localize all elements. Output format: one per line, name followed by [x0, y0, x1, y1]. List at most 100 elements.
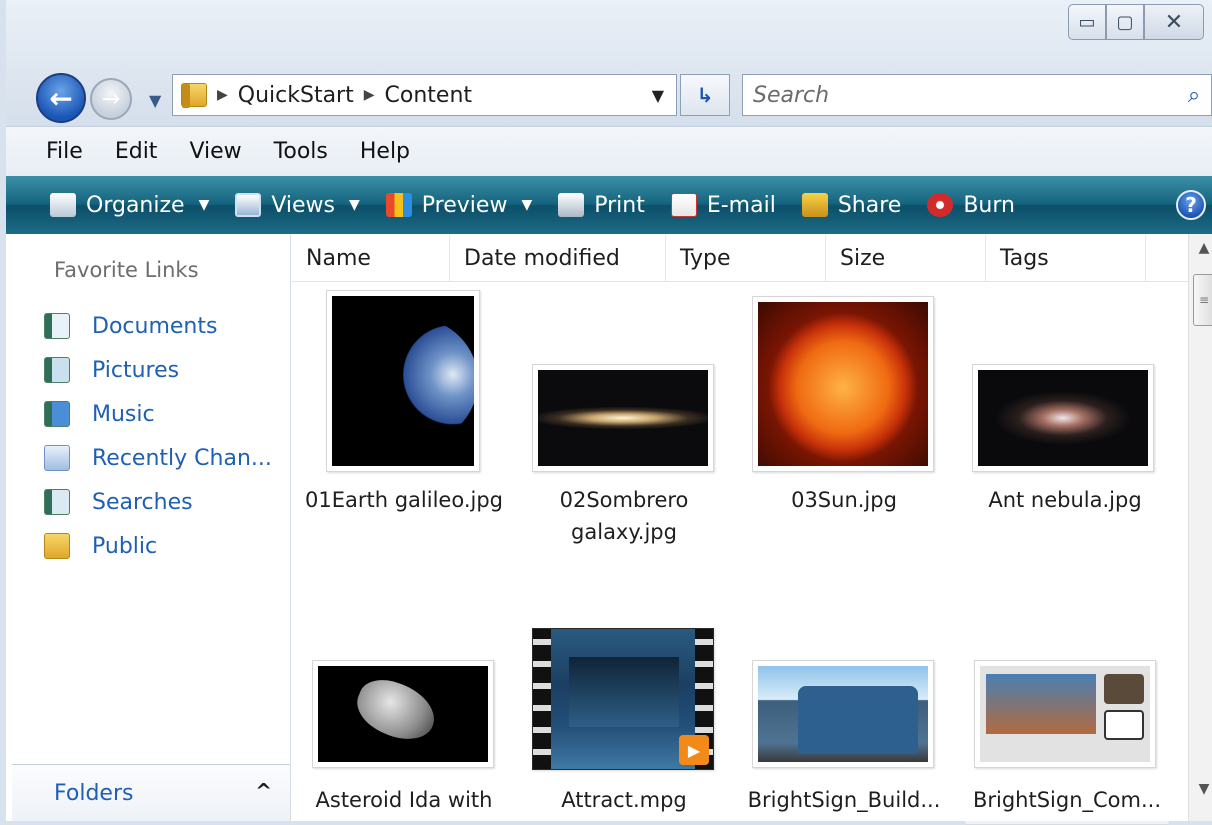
preview-button[interactable]: Preview ▼: [385, 192, 532, 218]
close-icon: ✕: [1164, 9, 1184, 35]
menu-view[interactable]: View: [189, 139, 241, 164]
email-button[interactable]: E-mail: [670, 192, 776, 218]
menu-help[interactable]: Help: [360, 139, 410, 164]
file-item[interactable]: 01Earth galileo.jpg: [302, 290, 506, 560]
breadcrumb-arrow-icon[interactable]: ▶: [364, 87, 375, 103]
recently-changed-icon: [44, 445, 70, 471]
nav-item-searches[interactable]: Searches: [12, 480, 291, 524]
column-header-name[interactable]: Name: [292, 234, 450, 282]
favorite-links-list: Documents Pictures Music Recently Chan..…: [12, 304, 291, 568]
film-strip: [533, 629, 551, 769]
file-item[interactable]: 02Sombrero galaxy.jpg: [522, 290, 726, 560]
building-image: [798, 686, 918, 754]
nav-item-recently-changed[interactable]: Recently Chan...: [12, 436, 291, 480]
menu-bar: File Edit View Tools Help: [6, 126, 1212, 176]
envelope-icon: [670, 193, 697, 217]
file-name: 01Earth galileo.jpg: [305, 488, 503, 512]
file-item[interactable]: BrightSign_Build...: [742, 628, 946, 821]
scroll-up-icon[interactable]: ▲: [1189, 240, 1212, 270]
forward-arrow-icon: →: [101, 86, 121, 112]
video-frame: [569, 657, 679, 727]
thumbnail: [752, 660, 934, 768]
address-bar[interactable]: ▶ QuickStart ▶ Content ▼: [172, 74, 677, 116]
help-icon[interactable]: ?: [1176, 190, 1206, 220]
address-row: ← → ▼ ▶ QuickStart ▶ Content ▼ ↳ ⌕: [6, 64, 1212, 126]
recent-pages-dropdown[interactable]: ▼: [149, 91, 161, 110]
documents-icon: [44, 313, 70, 339]
search-icon[interactable]: ⌕: [1177, 83, 1211, 108]
asteroid-image: [349, 670, 443, 750]
thumbnail: [326, 290, 480, 472]
thumbnail: ▶: [532, 628, 714, 770]
nav-item-label: Documents: [92, 313, 218, 339]
breadcrumb-arrow-icon[interactable]: ▶: [217, 87, 228, 103]
refresh-button[interactable]: ↳: [680, 74, 730, 116]
search-box[interactable]: ⌕: [742, 74, 1212, 116]
file-name: 02Sombrero: [559, 488, 689, 512]
organize-button[interactable]: Organize ▼: [50, 193, 209, 218]
file-name: 03Sun.jpg: [791, 488, 897, 512]
earth-image: [352, 318, 474, 444]
column-header-date-modified[interactable]: Date modified: [450, 234, 666, 282]
views-label: Views: [271, 192, 336, 218]
folder-icon: [44, 533, 70, 559]
minimize-button[interactable]: ▭: [1068, 4, 1106, 40]
file-name: Asteroid Ida with: [315, 788, 493, 812]
file-name-line2: galaxy.jpg: [571, 520, 677, 544]
scroll-down-icon[interactable]: ▼: [1189, 781, 1212, 811]
preview-label: Preview: [421, 192, 508, 218]
share-button[interactable]: Share: [801, 193, 901, 218]
file-name: BrightSign_Com...: [972, 788, 1162, 812]
breadcrumb-quickstart[interactable]: QuickStart: [238, 83, 354, 108]
chevron-up-icon: ^: [255, 779, 272, 803]
views-icon: [235, 193, 262, 217]
nav-item-label: Public: [92, 533, 158, 559]
scroll-thumb[interactable]: ≡: [1193, 274, 1212, 326]
views-button[interactable]: Views ▼: [235, 192, 360, 218]
column-label: Date modified: [464, 245, 620, 271]
column-header-tags[interactable]: Tags: [986, 234, 1146, 282]
menu-edit[interactable]: Edit: [115, 139, 158, 164]
navigation-pane: Favorite Links Documents Pictures Music …: [12, 234, 291, 821]
nav-item-documents[interactable]: Documents: [12, 304, 291, 348]
file-name: BrightSign_Build...: [747, 788, 941, 812]
nav-item-music[interactable]: Music: [12, 392, 291, 436]
pictures-icon: [44, 357, 70, 383]
address-dropdown-icon[interactable]: ▼: [652, 86, 664, 105]
minimize-icon: ▭: [1078, 11, 1096, 33]
search-input[interactable]: [753, 82, 1177, 108]
preview-icon: [385, 193, 412, 217]
file-item-selected[interactable]: BrightSign_Com...: [964, 628, 1170, 821]
column-headers: Name Date modified Type Size Tags: [292, 234, 1188, 282]
command-bar: Organize ▼ Views ▼ Preview ▼ Print E-mai…: [6, 176, 1212, 234]
thumbnail: [532, 364, 714, 472]
email-label: E-mail: [706, 192, 776, 218]
column-header-type[interactable]: Type: [666, 234, 826, 282]
maximize-icon: ▢: [1116, 11, 1134, 33]
menu-file[interactable]: File: [46, 139, 83, 164]
print-button[interactable]: Print: [558, 193, 645, 218]
column-label: Tags: [1000, 245, 1049, 271]
chevron-down-icon: ▼: [198, 197, 210, 213]
maximize-button[interactable]: ▢: [1106, 4, 1144, 40]
folders-toggle[interactable]: Folders ^: [12, 764, 290, 821]
title-bar: ▭ ▢ ✕: [6, 0, 1212, 64]
nav-item-pictures[interactable]: Pictures: [12, 348, 291, 392]
breadcrumb-content[interactable]: Content: [385, 83, 473, 108]
burn-button[interactable]: Burn: [927, 193, 1015, 218]
forward-button[interactable]: →: [90, 78, 132, 120]
explorer-window: ▭ ▢ ✕ ← → ▼ ▶ QuickStart ▶ Content ▼ ↳ ⌕…: [0, 0, 1212, 825]
folders-label: Folders: [54, 780, 134, 806]
file-item[interactable]: Asteroid Ida with: [302, 628, 506, 821]
burn-label: Burn: [963, 192, 1015, 218]
column-header-size[interactable]: Size: [826, 234, 986, 282]
file-item[interactable]: Ant nebula.jpg: [962, 290, 1168, 560]
file-item[interactable]: 03Sun.jpg: [742, 290, 946, 560]
menu-tools[interactable]: Tools: [274, 139, 328, 164]
close-button[interactable]: ✕: [1144, 4, 1204, 40]
back-button[interactable]: ←: [36, 73, 86, 123]
screen-image: [986, 674, 1096, 734]
file-item[interactable]: ▶ Attract.mpg: [522, 628, 726, 821]
nav-item-public[interactable]: Public: [12, 524, 291, 568]
vertical-scrollbar[interactable]: ▲ ≡ ▼: [1188, 234, 1212, 821]
